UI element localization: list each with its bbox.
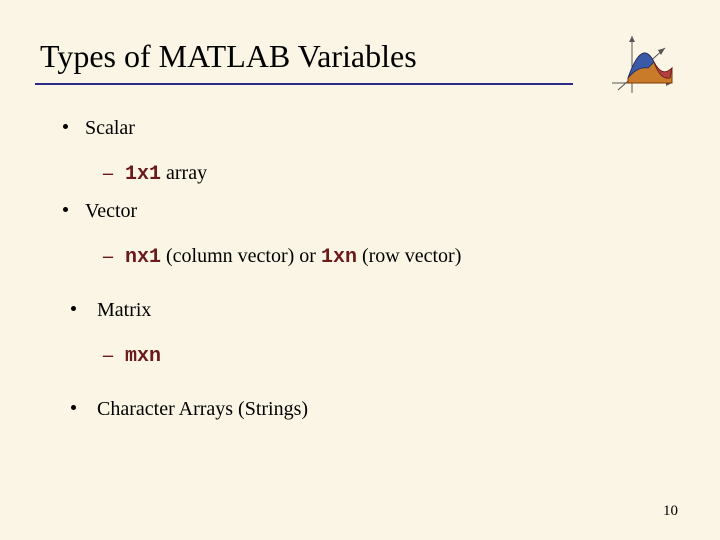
title-underline bbox=[35, 83, 573, 85]
bullet-matrix-label: Matrix bbox=[97, 299, 151, 321]
bullet-scalar-label: Scalar bbox=[85, 117, 135, 139]
slide-content: Scalar – 1x1 array Vector – nx1 (column … bbox=[63, 105, 660, 421]
bullet-dot-icon bbox=[63, 124, 68, 129]
dash-icon: – bbox=[103, 344, 113, 367]
slide-title: Types of MATLAB Variables bbox=[40, 38, 417, 75]
dash-icon: – bbox=[103, 162, 113, 185]
subbullet-vector-mid: (column vector) or bbox=[161, 245, 321, 267]
subbullet-matrix: – mxn bbox=[103, 344, 660, 368]
subbullet-vector-code1: nx1 bbox=[125, 246, 161, 269]
subbullet-scalar: – 1x1 array bbox=[103, 162, 660, 186]
subbullet-scalar-code: 1x1 bbox=[125, 163, 161, 186]
subbullet-scalar-text: array bbox=[161, 162, 207, 184]
bullet-strings-label: Character Arrays (Strings) bbox=[97, 398, 308, 420]
bullet-dot-icon bbox=[71, 306, 76, 311]
bullet-dot-icon bbox=[71, 405, 76, 410]
bullet-strings: Character Arrays (Strings) bbox=[71, 398, 660, 421]
subbullet-vector-code2: 1xn bbox=[321, 246, 357, 269]
bullet-matrix: Matrix bbox=[71, 299, 660, 322]
bullet-vector-label: Vector bbox=[85, 200, 137, 222]
dash-icon: – bbox=[103, 245, 113, 268]
subbullet-matrix-code: mxn bbox=[125, 345, 161, 368]
slide-container: Types of MATLAB Variables Scalar – 1x1 a… bbox=[0, 0, 720, 540]
subbullet-vector-after: (row vector) bbox=[357, 245, 461, 267]
matlab-logo-icon bbox=[610, 28, 690, 98]
bullet-scalar: Scalar bbox=[63, 117, 660, 140]
subbullet-vector: – nx1 (column vector) or 1xn (row vector… bbox=[103, 245, 660, 269]
bullet-vector: Vector bbox=[63, 200, 660, 223]
bullet-dot-icon bbox=[63, 207, 68, 212]
page-number: 10 bbox=[663, 503, 678, 520]
